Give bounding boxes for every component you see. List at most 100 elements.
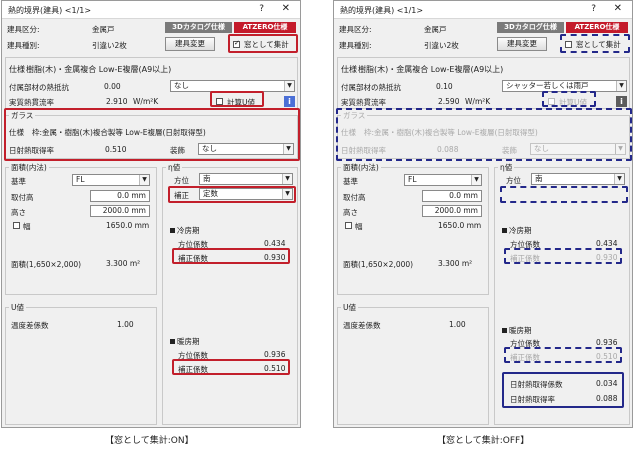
- dialog-window-off: 熱的境界(建具) <1/1> ? ✕ 建具区分: 金属戸 3Dカタログ仕様 AT…: [333, 0, 633, 428]
- jikko-unit: W/m²K: [133, 97, 159, 106]
- tab-3d-catalog[interactable]: 3Dカタログ仕様: [497, 22, 564, 33]
- width-checkbox[interactable]: [345, 222, 352, 229]
- title-bar: 熱的境界(建具) <1/1> ? ✕: [2, 1, 300, 19]
- mount-height-label: 取付高: [11, 193, 34, 202]
- eta-group-title: η値: [166, 162, 183, 173]
- mount-height-input[interactable]: 0.0 mm: [90, 190, 150, 202]
- heating-title: 暖房期: [170, 336, 200, 347]
- kubun-label: 建具区分:: [7, 25, 40, 34]
- title-bar: 熱的境界(建具) <1/1> ? ✕: [334, 1, 632, 19]
- jikko-value: 2.910: [106, 97, 128, 106]
- direction-label: 方位: [174, 176, 189, 185]
- base-select-value: FL: [408, 175, 417, 184]
- caption-off: 【窓として集計:OFF】: [437, 436, 530, 446]
- u-group-title: U値: [9, 302, 26, 313]
- cooling-dir-value: 0.434: [596, 239, 618, 248]
- area-label: 面積(1,650×2,000): [11, 260, 82, 269]
- temp-coef-label: 温度差係数: [11, 321, 49, 330]
- highlight-correction: [500, 186, 628, 203]
- help-icon[interactable]: ?: [591, 4, 596, 14]
- caption-on: 【窓として集計:ON】: [105, 436, 194, 446]
- jikko-value: 2.590: [438, 97, 460, 106]
- close-icon[interactable]: ✕: [614, 3, 622, 14]
- chevron-down-icon: ▼: [616, 81, 626, 91]
- help-icon[interactable]: ?: [259, 4, 264, 14]
- jikko-label: 実質熱貫流率: [9, 98, 54, 107]
- change-fitting-button[interactable]: 建具変更: [165, 37, 215, 51]
- heating-dir-value: 0.936: [264, 350, 286, 359]
- direction-select-value: 南: [203, 174, 211, 183]
- base-select[interactable]: FL ▼: [404, 174, 482, 186]
- close-icon[interactable]: ✕: [282, 3, 290, 14]
- area-value: 3.300 m²: [106, 259, 141, 268]
- eta-group: [162, 167, 298, 425]
- info-icon[interactable]: i: [284, 96, 295, 107]
- height-label: 高さ: [343, 208, 358, 217]
- direction-select[interactable]: 南 ▼: [531, 173, 625, 185]
- height-label: 高さ: [11, 208, 26, 217]
- direction-label: 方位: [506, 176, 521, 185]
- fuzoku-label: 付属部材の熱抵抗: [9, 83, 69, 92]
- window-title: 熱的境界(建具) <1/1>: [8, 6, 92, 15]
- temp-coef-value: 1.00: [449, 320, 466, 329]
- highlight-correction: [168, 186, 296, 203]
- direction-select[interactable]: 南 ▼: [199, 173, 293, 185]
- temp-coef-label: 温度差係数: [343, 321, 381, 330]
- spec-label: 仕様: [9, 65, 25, 74]
- window-title: 熱的境界(建具) <1/1>: [340, 6, 424, 15]
- base-select-value: FL: [76, 175, 85, 184]
- width-value: 1650.0 mm: [438, 221, 482, 230]
- fuzoku-value: 0.10: [436, 82, 453, 91]
- highlight-calc-u: [542, 91, 596, 107]
- width-checkbox[interactable]: [13, 222, 20, 229]
- area-group-title: 面積(内法): [9, 162, 49, 173]
- fuzoku-select-value: なし: [174, 81, 189, 90]
- dialog-window-on: 熱的境界(建具) <1/1> ? ✕ 建具区分: 金属戸 3Dカタログ仕様 AT…: [1, 0, 301, 428]
- fuzoku-label: 付属部材の熱抵抗: [341, 83, 401, 92]
- spec-label: 仕様: [341, 65, 357, 74]
- temp-coef-value: 1.00: [117, 320, 134, 329]
- shubetsu-value: 引違い2枚: [92, 41, 127, 50]
- heating-title-text: 暖房期: [509, 326, 532, 335]
- change-fitting-button[interactable]: 建具変更: [497, 37, 547, 51]
- area-value: 3.300 m²: [438, 259, 473, 268]
- highlight-heating-corr: [172, 359, 290, 375]
- area-group-title: 面積(内法): [341, 162, 381, 173]
- chevron-down-icon: ▼: [614, 174, 624, 184]
- shubetsu-value: 引違い2枚: [424, 41, 459, 50]
- heating-title: 暖房期: [502, 325, 532, 336]
- cooling-dir-value: 0.434: [264, 239, 286, 248]
- area-label: 面積(1,650×2,000): [343, 260, 414, 269]
- height-input[interactable]: 2000.0 mm: [422, 205, 482, 217]
- spec-value: 樹脂(木)・金属複合 Low-E複層(A9以上): [26, 65, 172, 74]
- cooling-title-text: 冷房期: [509, 226, 532, 235]
- fuzoku-value: 0.00: [104, 82, 121, 91]
- tab-atzero[interactable]: ATZERO仕様: [234, 22, 296, 33]
- info-icon[interactable]: i: [616, 96, 627, 107]
- kubun-value: 金属戸: [92, 25, 115, 34]
- height-input[interactable]: 2000.0 mm: [90, 205, 150, 217]
- jikko-label: 実質熱貫流率: [341, 98, 386, 107]
- width-value: 1650.0 mm: [106, 221, 150, 230]
- highlight-window-count: [560, 34, 630, 53]
- width-label: 幅: [355, 222, 363, 231]
- shubetsu-label: 建具種別:: [339, 41, 372, 50]
- direction-select-value: 南: [535, 174, 543, 183]
- tab-atzero[interactable]: ATZERO仕様: [566, 22, 628, 33]
- chevron-down-icon: ▼: [471, 175, 481, 185]
- heating-dir-value: 0.936: [596, 338, 618, 347]
- tab-3d-catalog[interactable]: 3Dカタログ仕様: [165, 22, 232, 33]
- highlight-glass: [4, 108, 300, 161]
- mount-height-label: 取付高: [343, 193, 366, 202]
- cooling-title: 冷房期: [502, 225, 532, 236]
- u-group-title: U値: [341, 302, 358, 313]
- mount-height-input[interactable]: 0.0 mm: [422, 190, 482, 202]
- chevron-down-icon: ▼: [284, 81, 294, 91]
- highlight-cooling-corr: [504, 248, 622, 264]
- base-select[interactable]: FL ▼: [72, 174, 150, 186]
- cooling-title: 冷房期: [170, 225, 200, 236]
- fuzoku-select-value: シャッター若しくは雨戸: [506, 81, 589, 90]
- heating-title-text: 暖房期: [177, 337, 200, 346]
- jikko-unit: W/m²K: [465, 97, 491, 106]
- shubetsu-label: 建具種別:: [7, 41, 40, 50]
